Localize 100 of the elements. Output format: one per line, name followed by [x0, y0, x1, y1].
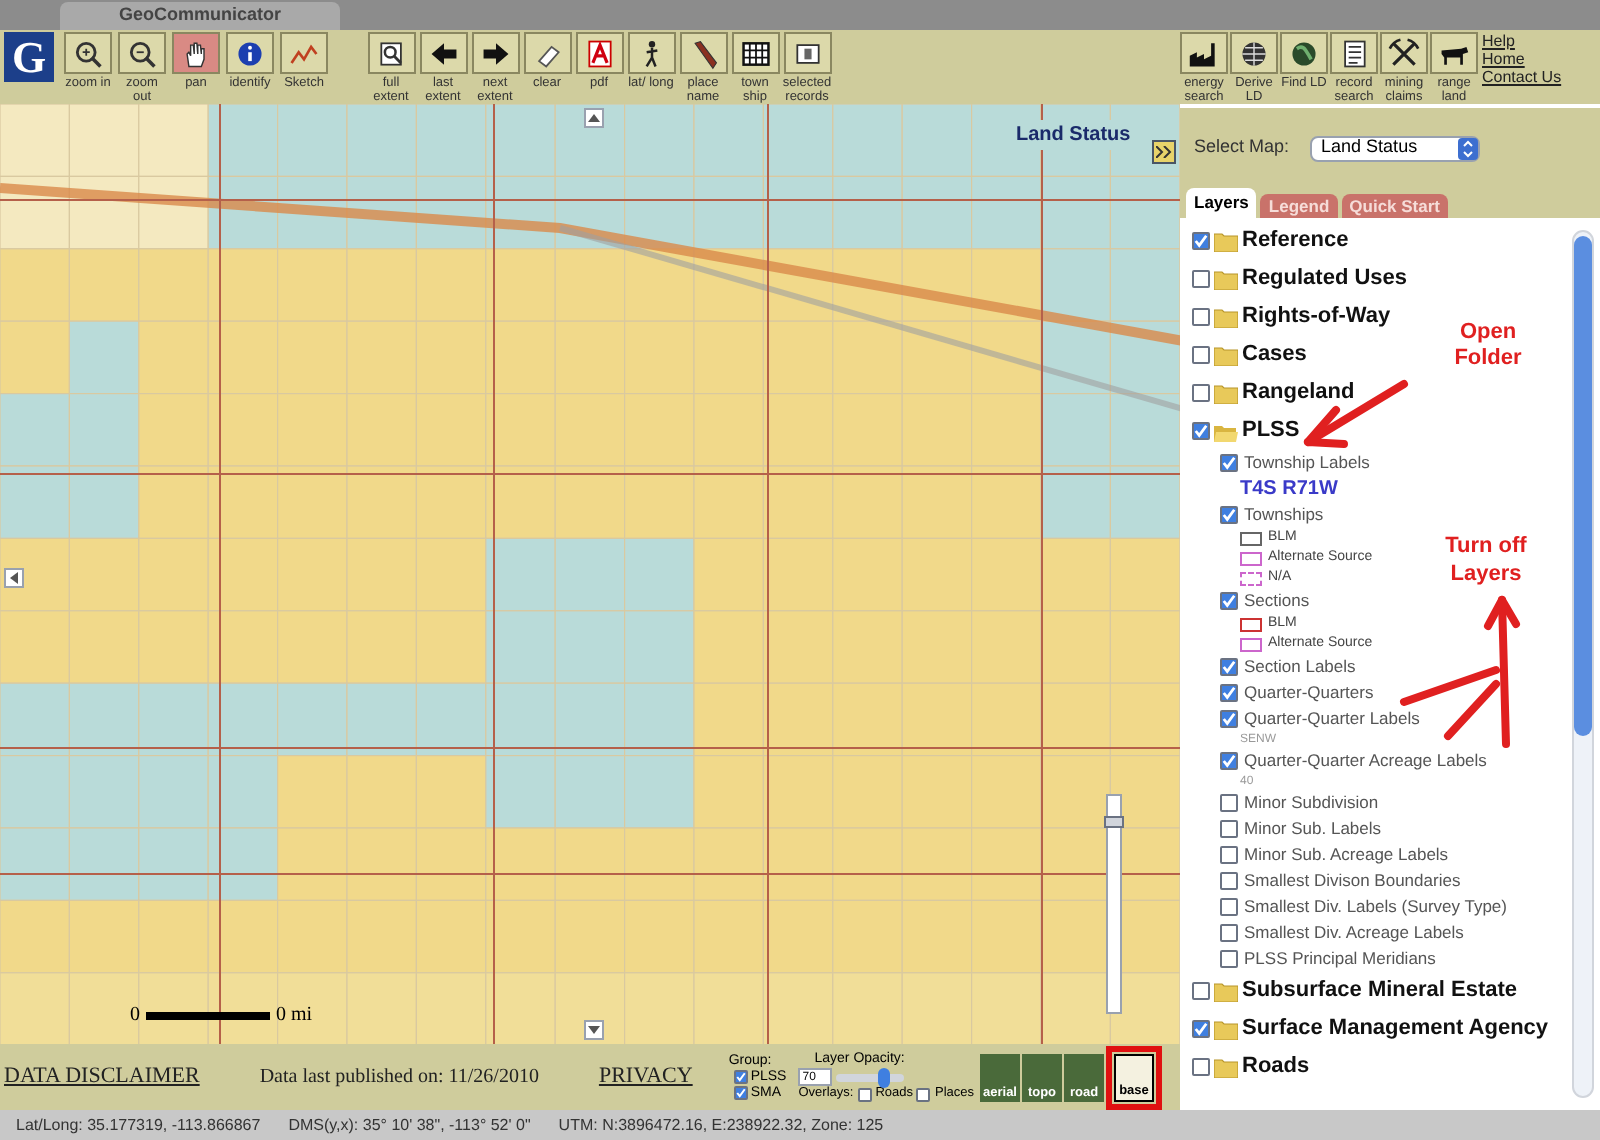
layer-folder[interactable]: Roads [1242, 1050, 1310, 1084]
panel-tab[interactable]: Layers [1186, 188, 1257, 218]
last-extent-button[interactable] [419, 32, 467, 74]
checkbox[interactable] [1220, 794, 1238, 812]
zoom-slider[interactable] [1106, 794, 1122, 1014]
find-button[interactable] [1280, 32, 1328, 74]
scrollbar-thumb[interactable] [1574, 236, 1592, 736]
selected-records-button[interactable] [783, 32, 831, 74]
checkbox[interactable] [1220, 872, 1238, 890]
layer-item[interactable]: PLSS Principal Meridians [1244, 946, 1436, 972]
pan-left-button[interactable] [4, 568, 24, 588]
clear-button[interactable] [523, 32, 571, 74]
document-logo-icon [583, 37, 615, 69]
checkbox[interactable] [1192, 422, 1210, 440]
identify-button[interactable] [226, 32, 274, 74]
opacity-slider[interactable] [836, 1073, 905, 1081]
checkbox[interactable] [1192, 308, 1210, 326]
pan-right-button[interactable] [1152, 140, 1176, 164]
caret-left-icon [10, 572, 18, 584]
coordinate-readout: Lat/Long: 35.177319, -113.866867 [16, 1113, 261, 1137]
layer-folder[interactable]: Surface Management Agency [1242, 1012, 1549, 1046]
scrollbar[interactable] [1572, 230, 1594, 1098]
factory-icon [1188, 37, 1220, 69]
checkbox[interactable] [1192, 384, 1210, 402]
zoom-in-button[interactable] [64, 32, 112, 74]
layer-item[interactable]: Townships [1244, 502, 1324, 528]
pdf-button[interactable] [575, 32, 623, 74]
privacy-link[interactable]: PRIVACY [598, 1060, 693, 1094]
checkbox[interactable] [1220, 710, 1238, 728]
checkbox[interactable] [1220, 752, 1238, 770]
energy-button[interactable] [1180, 32, 1228, 74]
window-tab[interactable]: GeoCommunicator [60, 2, 340, 30]
next-extent-button[interactable] [471, 32, 519, 74]
layer-item[interactable]: Minor Sub. Acreage Labels [1244, 842, 1449, 868]
magnifier-minus-icon [126, 37, 158, 69]
zoom-out-button[interactable] [118, 32, 166, 74]
checkbox[interactable] [1192, 982, 1210, 1000]
pan-button[interactable] [172, 32, 220, 74]
range-button[interactable] [1430, 32, 1478, 74]
header-link[interactable]: Contact Us [1482, 68, 1562, 86]
checkbox[interactable] [1220, 658, 1238, 676]
checkbox[interactable] [1220, 454, 1238, 472]
derive-button[interactable] [1230, 32, 1278, 74]
checkbox[interactable] [1220, 846, 1238, 864]
layer-item[interactable]: Quarter-Quarter Acreage Labels [1244, 748, 1487, 774]
layer-item[interactable]: Section Labels [1244, 654, 1356, 680]
layer-item[interactable]: Quarter-Quarter Labels [1244, 706, 1420, 732]
opacity-slider-thumb[interactable] [878, 1067, 891, 1087]
globe-icon [1238, 37, 1270, 69]
header-link[interactable]: Home [1482, 50, 1562, 68]
checkbox[interactable] [916, 1087, 931, 1101]
place-name-button[interactable] [679, 32, 727, 74]
layer-folder[interactable]: Rights-of-Way [1242, 300, 1391, 334]
checkbox[interactable] [734, 1070, 749, 1084]
layer-folder[interactable]: Regulated Uses [1242, 262, 1408, 296]
layer-item[interactable]: Sections [1244, 588, 1310, 614]
scale-label: 0 [130, 1002, 140, 1030]
disclaimer-link[interactable]: DATA DISCLAIMER [4, 1060, 200, 1094]
checkbox[interactable] [1192, 346, 1210, 364]
magnifier-page-icon [375, 37, 407, 69]
pan-down-button[interactable] [584, 1020, 604, 1040]
checkbox[interactable] [1192, 270, 1210, 288]
zoom-slider-thumb[interactable] [1104, 816, 1124, 829]
mining-button[interactable] [1380, 32, 1428, 74]
checkbox[interactable] [1220, 506, 1238, 524]
checkbox[interactable] [1220, 898, 1238, 916]
layer-item[interactable]: Smallest Divison Boundaries [1244, 868, 1461, 894]
checkbox[interactable] [1220, 684, 1238, 702]
record-button[interactable] [1330, 32, 1378, 74]
layer-item[interactable]: Minor Subdivision [1244, 790, 1379, 816]
layer-folder[interactable]: Cases [1242, 338, 1307, 372]
full-extent-button[interactable] [367, 32, 415, 74]
layer-item[interactable]: Smallest Div. Acreage Labels [1244, 920, 1464, 946]
checkbox[interactable] [1220, 924, 1238, 942]
checkbox[interactable] [1220, 950, 1238, 968]
checkbox[interactable] [1192, 1020, 1210, 1038]
layer-folder[interactable]: PLSS [1242, 414, 1300, 448]
layer-folder[interactable]: Subsurface Mineral Estate [1242, 974, 1518, 1008]
sketch-button[interactable] [280, 32, 328, 74]
township-button[interactable] [731, 32, 779, 74]
layer-item[interactable]: Smallest Div. Labels (Survey Type) [1244, 894, 1507, 920]
layer-folder[interactable]: Rangeland [1242, 376, 1355, 410]
crossed-picks-icon [1388, 37, 1420, 69]
scale-bar [146, 1011, 270, 1019]
pan-up-button[interactable] [584, 108, 604, 128]
map-dropdown[interactable]: Land Status [1309, 135, 1480, 161]
layer-item[interactable]: Township Labels [1244, 450, 1370, 476]
checkbox[interactable] [1192, 1058, 1210, 1076]
checkbox[interactable] [734, 1086, 749, 1100]
header-link[interactable]: Help [1482, 32, 1562, 50]
layer-folder[interactable]: Reference [1242, 224, 1349, 258]
checkbox[interactable] [857, 1087, 872, 1101]
checkbox[interactable] [1220, 820, 1238, 838]
magnifier-plus-icon [72, 37, 104, 69]
checkbox[interactable] [1220, 592, 1238, 610]
checkbox[interactable] [1192, 232, 1210, 250]
lat-long-button[interactable] [627, 32, 675, 74]
layer-item[interactable]: Minor Sub. Labels [1244, 816, 1382, 842]
layer-item[interactable]: Quarter-Quarters [1244, 680, 1374, 706]
map-title: Land Status [1012, 120, 1135, 150]
